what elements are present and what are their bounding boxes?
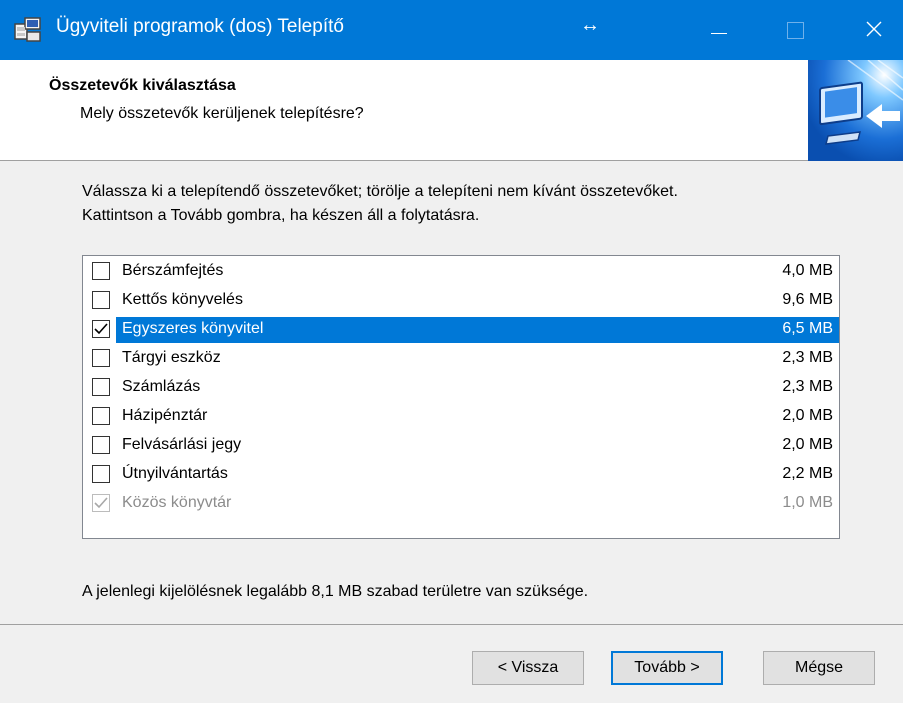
close-button[interactable]: [845, 0, 903, 60]
window-title: Ügyviteli programok (dos) Telepítő: [56, 16, 344, 37]
component-row[interactable]: Útnyilvántartás 2,2 MB: [88, 460, 839, 488]
instructions-line-1: Válassza ki a telepítendő összetevőket; …: [82, 183, 678, 200]
component-size: 2,3 MB: [782, 378, 833, 395]
close-icon: [866, 21, 882, 37]
component-list[interactable]: Bérszámfejtés 4,0 MB Kettős könyvelés 9,6 M…: [82, 255, 840, 539]
component-label: Házipénztár: [122, 407, 208, 424]
component-label: Tárgyi eszköz: [122, 349, 221, 366]
back-button[interactable]: < Vissza: [472, 651, 584, 685]
next-button[interactable]: Tovább >: [611, 651, 723, 685]
component-checkbox[interactable]: [92, 262, 110, 280]
space-required-text: A jelenlegi kijelölésnek legalább 8,1 MB…: [82, 583, 589, 600]
page-title: Összetevők kiválasztása: [49, 77, 236, 94]
component-label: Útnyilvántartás: [122, 465, 228, 482]
component-size: 2,0 MB: [782, 436, 833, 453]
component-checkbox[interactable]: [92, 465, 110, 483]
wizard-body: Válassza ki a telepítendő összetevőket; …: [0, 162, 903, 703]
component-label: Közös könyvtár: [122, 494, 232, 511]
component-checkbox[interactable]: [92, 349, 110, 367]
component-checkbox[interactable]: [92, 291, 110, 309]
resize-arrows-icon: ↔: [580, 14, 600, 36]
component-row[interactable]: Egyszeres könyvitel 6,5 MB: [88, 315, 839, 343]
component-row: Közös könyvtár 1,0 MB: [88, 489, 839, 517]
component-size: 2,2 MB: [782, 465, 833, 482]
minimize-button[interactable]: [690, 0, 748, 60]
divider: [0, 624, 903, 625]
wizard-header: Összetevők kiválasztása Mely összetevők …: [0, 60, 903, 161]
component-checkbox[interactable]: [92, 407, 110, 425]
component-label: Számlázás: [122, 378, 201, 395]
component-checkbox[interactable]: [92, 320, 110, 338]
component-row[interactable]: Tárgyi eszköz 2,3 MB: [88, 344, 839, 372]
component-label: Kettős könyvelés: [122, 291, 243, 308]
maximize-button: [766, 0, 824, 60]
component-size: 1,0 MB: [782, 494, 833, 511]
component-checkbox[interactable]: [92, 436, 110, 454]
checkmark-icon: [94, 323, 108, 335]
component-row[interactable]: Felvásárlási jegy 2,0 MB: [88, 431, 839, 459]
component-label: Egyszeres könyvitel: [122, 320, 264, 337]
checkmark-icon: [94, 497, 108, 509]
wizard-computer-icon: [808, 60, 903, 161]
component-row[interactable]: Bérszámfejtés 4,0 MB: [88, 257, 839, 285]
page-subtitle: Mely összetevők kerüljenek telepítésre?: [80, 105, 364, 122]
instructions: Válassza ki a telepítendő összetevőket; …: [82, 180, 678, 228]
component-row[interactable]: Számlázás 2,3 MB: [88, 373, 839, 401]
component-size: 6,5 MB: [782, 320, 833, 337]
component-size: 2,0 MB: [782, 407, 833, 424]
instructions-line-2: Kattintson a Tovább gombra, ha készen ál…: [82, 207, 480, 224]
component-label: Bérszámfejtés: [122, 262, 224, 279]
component-label: Felvásárlási jegy: [122, 436, 242, 453]
cancel-button[interactable]: Mégse: [763, 651, 875, 685]
component-checkbox[interactable]: [92, 378, 110, 396]
title-bar[interactable]: Ügyviteli programok (dos) Telepítő ↔: [0, 0, 903, 60]
component-row[interactable]: Kettős könyvelés 9,6 MB: [88, 286, 839, 314]
installer-icon: [14, 17, 41, 42]
component-size: 4,0 MB: [782, 262, 833, 279]
component-row[interactable]: Házipénztár 2,0 MB: [88, 402, 839, 430]
component-size: 2,3 MB: [782, 349, 833, 366]
component-size: 9,6 MB: [782, 291, 833, 308]
component-checkbox: [92, 494, 110, 512]
